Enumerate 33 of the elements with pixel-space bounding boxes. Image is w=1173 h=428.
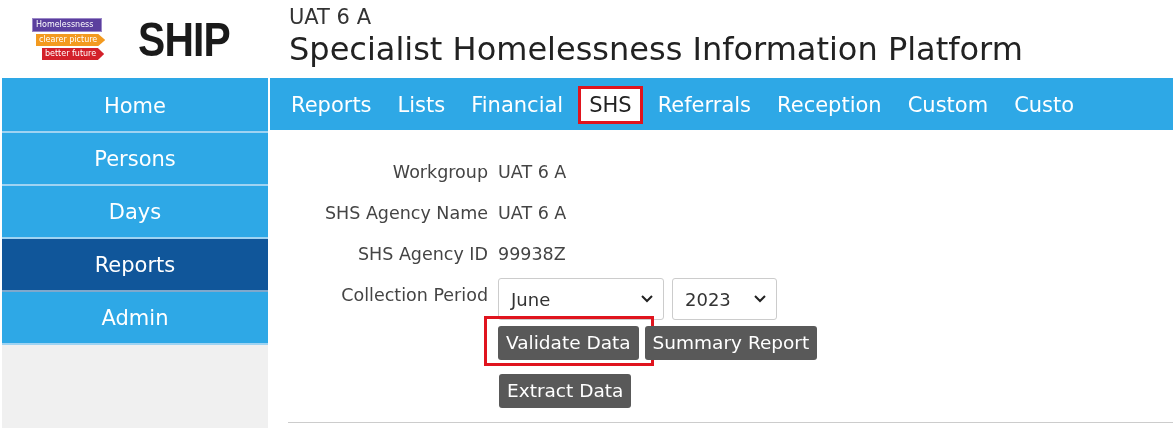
action-button[interactable]: Summary Report — [644, 326, 818, 360]
year-dropdown[interactable]: 2023 — [672, 278, 777, 320]
sidebar-item[interactable]: Days — [2, 186, 268, 239]
logo-tag: Homelessness — [32, 18, 103, 32]
field-label: SHS Agency Name — [323, 202, 488, 225]
field-value: UAT 6 A — [498, 202, 568, 225]
app-title: Specialist Homelessness Information Platform — [289, 30, 1024, 68]
nav-tab[interactable]: Financial — [460, 86, 575, 124]
action-button[interactable]: Validate Data — [498, 326, 639, 360]
nav-tab[interactable]: SHS — [578, 86, 643, 124]
field-label: Workgroup — [391, 161, 488, 184]
sidebar-item[interactable]: Reports — [2, 239, 268, 292]
month-dropdown[interactable]: June — [498, 278, 664, 320]
sidebar-item[interactable]: Persons — [2, 133, 268, 186]
nav-tab[interactable]: Referrals — [646, 86, 763, 124]
field-value: 99938Z — [498, 243, 567, 266]
logo-tag: clearer picture — [36, 34, 106, 46]
nav-tab[interactable]: Custo — [1003, 86, 1086, 124]
field-label: SHS Agency ID — [356, 243, 488, 266]
nav-tab[interactable]: Lists — [386, 86, 457, 124]
nav-tab[interactable]: Reports — [280, 86, 383, 124]
nav-tab[interactable]: Reception — [766, 86, 893, 124]
sidebar-item[interactable]: Admin — [2, 292, 268, 345]
logo-text: SHIP — [138, 11, 230, 67]
chevron-down-icon — [641, 295, 653, 303]
workgroup-name: UAT 6 A — [289, 4, 372, 30]
sidebar-item[interactable]: Home — [2, 80, 268, 133]
nav-tab[interactable]: Custom — [896, 86, 1000, 124]
logo-tag: better future — [42, 48, 105, 60]
chevron-down-icon — [754, 295, 766, 303]
field-value: UAT 6 A — [498, 161, 568, 184]
action-button[interactable]: Extract Data — [499, 374, 632, 408]
field-label: Collection Period — [340, 284, 488, 307]
